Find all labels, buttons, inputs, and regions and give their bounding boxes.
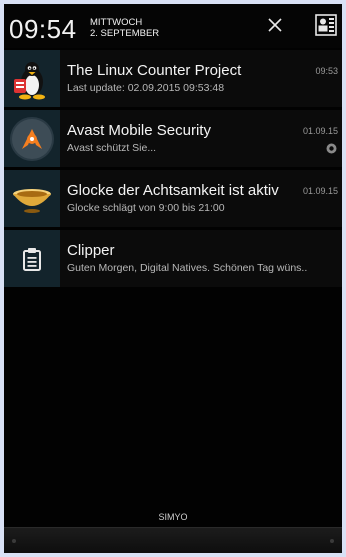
notification-text: Glocke schlägt von 9:00 bis 21:00 <box>67 202 225 214</box>
notification-linux-counter[interactable]: The Linux Counter Project Last update: 0… <box>4 50 342 107</box>
clock-time: 09:54 <box>9 14 77 44</box>
carrier-label: SIMYO <box>158 512 188 522</box>
shade-drag-handle[interactable] <box>4 527 342 553</box>
device-frame: 09:54 MITTWOCH 2. SEPTEMBER The Linux Co… <box>0 0 346 557</box>
notification-time: 01.09.15 <box>302 186 338 196</box>
tux-penguin-icon <box>14 61 45 99</box>
notification-shade: 09:54 MITTWOCH 2. SEPTEMBER The Linux Co… <box>4 4 342 553</box>
notification-clipper[interactable]: Clipper Guten Morgen, Digital Natives. S… <box>4 230 342 287</box>
date-block: MITTWOCH 2. SEPTEMBER <box>90 17 159 39</box>
handle-dot <box>12 539 16 543</box>
notification-time: 01.09.15 <box>302 126 338 136</box>
close-icon <box>268 18 282 32</box>
clear-all-button[interactable] <box>265 15 285 35</box>
notification-text: Guten Morgen, Digital Natives. Schönen T… <box>67 262 308 274</box>
quick-settings-icon <box>315 14 337 36</box>
notification-icon <box>4 110 60 167</box>
notification-list: The Linux Counter Project Last update: 0… <box>4 50 342 290</box>
singing-bowl-icon <box>13 188 51 213</box>
quick-settings-button[interactable] <box>315 14 337 36</box>
notification-avast[interactable]: Avast Mobile Security Avast schützt Sie.… <box>4 110 342 167</box>
date-label: 2. SEPTEMBER <box>90 28 160 39</box>
clipboard-icon <box>23 247 41 271</box>
notification-time: 09:53 <box>315 66 338 76</box>
notification-title: Glocke der Achtsamkeit ist aktiv <box>67 182 279 199</box>
notification-icon <box>4 50 60 107</box>
notification-icon <box>4 170 60 227</box>
notification-text: Avast schützt Sie... <box>67 142 157 154</box>
avast-small-icon <box>326 143 337 154</box>
notification-glocke[interactable]: Glocke der Achtsamkeit ist aktiv Glocke … <box>4 170 342 227</box>
notification-title: The Linux Counter Project <box>67 62 242 79</box>
notification-icon <box>4 230 60 287</box>
avast-logo-icon <box>10 116 54 161</box>
shade-header: 09:54 MITTWOCH 2. SEPTEMBER <box>4 4 342 48</box>
notification-title: Clipper <box>67 242 115 259</box>
notification-text: Last update: 02.09.2015 09:53:48 <box>67 82 225 94</box>
handle-dot <box>330 539 334 543</box>
notification-title: Avast Mobile Security <box>67 122 211 139</box>
weekday-label: MITTWOCH <box>90 17 143 28</box>
